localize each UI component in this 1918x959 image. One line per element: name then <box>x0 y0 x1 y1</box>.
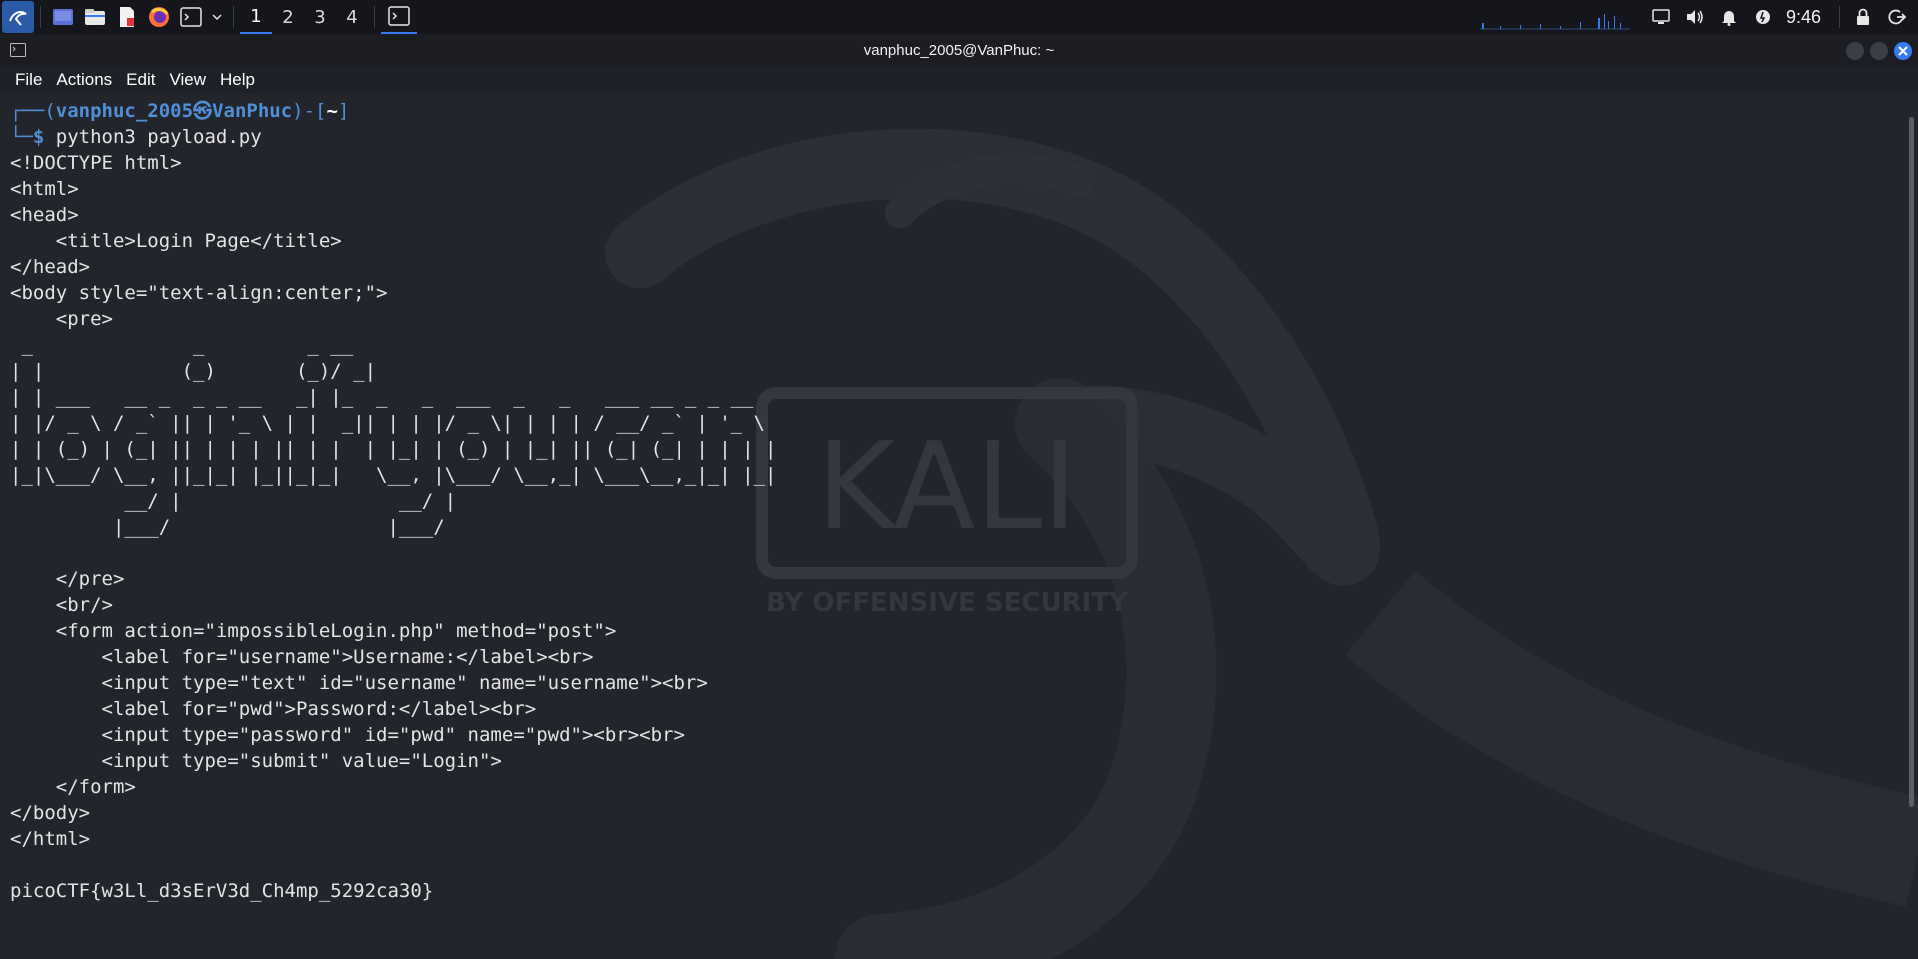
power-manager-icon[interactable] <box>1752 6 1774 28</box>
lock-icon[interactable] <box>1852 6 1874 28</box>
display-icon[interactable] <box>1650 6 1672 28</box>
terminal-output: ┌──(vanphuc_2005㉿VanPhuc)-[~] └─$ python3… <box>10 98 776 904</box>
terminal-area[interactable]: KALI BY OFFENSIVE SECURITY ┌──(vanphuc_2… <box>0 93 1918 959</box>
menu-file[interactable]: File <box>15 70 42 90</box>
menu-bar: File Actions Edit View Help <box>0 67 1918 93</box>
command-text: python3 payload.py <box>44 126 262 148</box>
panel-separator <box>374 6 375 28</box>
output-line: <label for="username">Username:</label><… <box>10 646 594 668</box>
close-icon <box>1898 46 1908 56</box>
output-line: <pre> <box>10 308 113 330</box>
desktop-icon[interactable] <box>51 5 75 29</box>
menu-help[interactable]: Help <box>220 70 255 90</box>
output-line: </form> <box>10 776 136 798</box>
terminal-task-button[interactable] <box>381 0 417 34</box>
output-line: <head> <box>10 204 79 226</box>
output-line: __/ | __/ | <box>10 490 457 512</box>
maximize-button[interactable] <box>1870 42 1888 60</box>
terminal-task-icon <box>388 6 410 26</box>
clock[interactable]: 9:46 <box>1786 7 1821 28</box>
output-line: </body> <box>10 802 91 824</box>
bell-icon[interactable] <box>1718 6 1740 28</box>
output-line: </head> <box>10 256 91 278</box>
cpu-graph[interactable] <box>1479 4 1630 30</box>
window-titlebar[interactable]: vanphuc_2005@VanPhuc: ~ <box>0 34 1918 67</box>
terminal-scrollbar[interactable] <box>1909 117 1914 807</box>
prompt-host: VanPhuc <box>212 100 293 122</box>
text-editor-icon[interactable] <box>115 5 139 29</box>
prompt-line-2: └─$ python3 payload.py <box>10 126 262 148</box>
minimize-button[interactable] <box>1846 42 1864 60</box>
logout-icon[interactable] <box>1886 6 1908 28</box>
prompt-dir: ~ <box>326 100 338 122</box>
firefox-icon[interactable] <box>147 5 171 29</box>
menu-edit[interactable]: Edit <box>126 70 155 90</box>
wallpaper-logo-text: KALI <box>817 418 1078 557</box>
system-tray: 9:46 <box>1479 0 1918 34</box>
output-line: <html> <box>10 178 79 200</box>
output-line: <body style="text-align:center;"> <box>10 282 388 304</box>
menu-view[interactable]: View <box>169 70 206 90</box>
output-line: </pre> <box>10 568 125 590</box>
chevron-down-icon[interactable] <box>211 5 223 29</box>
output-line: | | (_) (_)/ _| <box>10 360 377 382</box>
output-line: <input type="password" id="pwd" name="pw… <box>10 724 685 746</box>
close-button[interactable] <box>1894 42 1912 60</box>
output-line: <title>Login Page</title> <box>10 230 342 252</box>
output-line: | | (_) | (_| || | | | || | | | |_| | (_… <box>10 438 777 460</box>
panel-separator <box>233 6 234 28</box>
workspace-4[interactable]: 4 <box>336 0 368 34</box>
workspace-1[interactable]: 1 <box>240 0 272 34</box>
output-line: <input type="submit" value="Login"> <box>10 750 502 772</box>
output-line: <label for="pwd">Password:</label><br> <box>10 698 537 720</box>
file-manager-icon[interactable] <box>83 5 107 29</box>
output-line: _ _ _ __ <box>10 334 354 356</box>
output-line: </html> <box>10 828 91 850</box>
volume-icon[interactable] <box>1684 6 1706 28</box>
window-title: vanphuc_2005@VanPhuc: ~ <box>863 42 1055 59</box>
workspace-3[interactable]: 3 <box>304 0 336 34</box>
output-line: | | ___ __ _ _ _ __ _| |_ _ _ ___ _ _ __… <box>10 386 754 408</box>
output-line: <form action="impossibleLogin.php" metho… <box>10 620 617 642</box>
panel-separator <box>40 6 41 28</box>
workspace-2[interactable]: 2 <box>272 0 304 34</box>
window-menu-icon[interactable] <box>10 43 26 61</box>
prompt-line-1: ┌──(vanphuc_2005㉿VanPhuc)-[~] <box>10 100 350 122</box>
kali-menu-icon[interactable] <box>2 1 34 33</box>
panel-separator <box>1839 6 1840 28</box>
output-line: | |/ _ \ / _` || | '_ \ | | _|| | | |/ _… <box>10 412 765 434</box>
output-line: <br/> <box>10 594 113 616</box>
output-line: picoCTF{w3Ll_d3sErV3d_Ch4mp_5292ca30} <box>10 880 434 902</box>
prompt-user: vanphuc_2005 <box>55 100 194 122</box>
output-line: <input type="text" id="username" name="u… <box>10 672 708 694</box>
output-line: |_|\___/ \__, ||_|_| |_||_|_| \__, |\___… <box>10 464 777 486</box>
terminal-icon[interactable] <box>179 5 203 29</box>
top-panel: 1 2 3 4 9:46 <box>0 0 1918 35</box>
wallpaper-tagline: BY OFFENSIVE SECURITY <box>766 588 1129 618</box>
output-line: |___/ |___/ <box>10 516 445 538</box>
menu-actions[interactable]: Actions <box>56 70 112 90</box>
output-line: <!DOCTYPE html> <box>10 152 182 174</box>
